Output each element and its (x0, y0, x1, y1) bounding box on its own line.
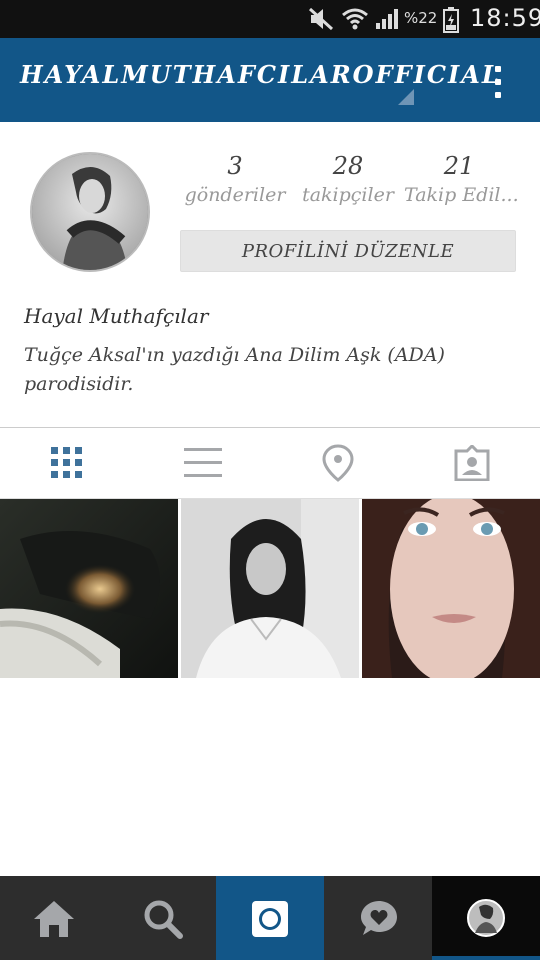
profile-avatar[interactable] (30, 152, 150, 272)
post-thumbnail[interactable] (362, 499, 540, 678)
stat-value: 28 (332, 152, 364, 180)
signal-icon (376, 9, 398, 29)
post-thumbnail[interactable] (181, 499, 359, 678)
mute-icon (308, 7, 334, 31)
stat-label: gönderiler (184, 184, 286, 206)
posts-grid (0, 499, 540, 678)
wifi-icon (342, 8, 368, 30)
location-pin-icon (322, 444, 354, 482)
grid-view-icon (51, 447, 82, 478)
bottom-nav (0, 876, 540, 960)
stat-value: 3 (227, 152, 243, 180)
tagged-photos-icon (454, 445, 490, 481)
stat-label: takipçiler (302, 184, 394, 206)
list-view-icon (184, 448, 222, 477)
battery-icon (443, 7, 459, 33)
tab-list[interactable] (135, 428, 270, 498)
username-dropdown[interactable]: HAYALMUTHAFCILAROFFICIAL (20, 60, 501, 89)
battery-percent: %22 (404, 9, 438, 27)
overflow-menu-icon[interactable] (488, 62, 508, 102)
home-icon (34, 901, 74, 937)
activity-heart-icon (361, 901, 397, 935)
post-thumbnail[interactable] (0, 499, 178, 678)
camera-icon (252, 901, 288, 937)
full-name: Hayal Muthafçılar (24, 304, 209, 328)
profile-view-tabs (0, 428, 540, 498)
followers-count[interactable]: 28 takipçiler (293, 152, 403, 206)
stat-label: Takip Edil... (404, 184, 519, 206)
tab-location[interactable] (270, 428, 405, 498)
nav-home[interactable] (0, 876, 108, 960)
following-count[interactable]: 21 Takip Edil... (404, 152, 519, 206)
nav-search[interactable] (108, 876, 216, 960)
profile-avatar-icon (467, 899, 505, 937)
stat-value: 21 (443, 152, 475, 180)
dropdown-indicator-icon[interactable] (398, 89, 414, 105)
tab-grid[interactable] (0, 428, 135, 498)
nav-profile[interactable] (432, 876, 540, 960)
edit-profile-button[interactable]: PROFİLİNİ DÜZENLE (180, 230, 516, 272)
active-indicator (432, 956, 540, 960)
status-bar: %22 18:59 (0, 0, 540, 38)
tab-tagged[interactable] (405, 428, 540, 498)
posts-count[interactable]: 3 gönderiler (180, 152, 290, 206)
nav-activity[interactable] (324, 876, 432, 960)
bio-text: Tuğçe Aksal'ın yazdığı Ana Dilim Aşk (AD… (24, 344, 445, 395)
nav-camera[interactable] (216, 876, 324, 960)
clock: 18:59 (470, 4, 540, 32)
search-icon (144, 900, 183, 939)
app-header: HAYALMUTHAFCILAROFFICIAL (0, 38, 540, 122)
